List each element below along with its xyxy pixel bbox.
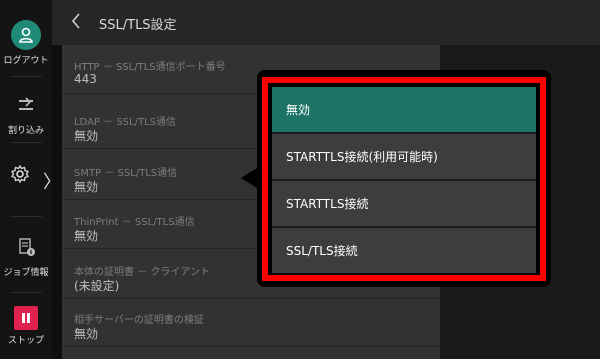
setting-server-cert-verify[interactable]: 相手サーバーの証明書の検証 無効 xyxy=(62,298,440,347)
setting-value: 無効 xyxy=(74,180,99,194)
setting-label: SMTP － SSL/TLS通信 xyxy=(74,168,178,179)
header-bar: SSL/TLS設定 xyxy=(52,0,600,45)
option-popup: 無効 STARTTLS接続(利用可能時) STARTTLS接続 SSL/TLS接… xyxy=(257,70,551,287)
job-info-label: ジョブ情報 xyxy=(3,268,49,278)
setting-label: LDAP － SSL/TLS通信 xyxy=(74,117,176,128)
pause-icon xyxy=(14,306,38,330)
gear-icon xyxy=(10,164,30,188)
divider xyxy=(10,76,42,77)
logout-label: ログアウト xyxy=(3,56,49,66)
interrupt-icon xyxy=(15,97,37,120)
option-ssl-tls[interactable]: SSL/TLS接続 xyxy=(272,228,536,273)
interrupt-button[interactable]: 割り込み xyxy=(0,94,52,136)
left-rail: ログアウト 割り込み 〉 ジョブ情報 ストップ xyxy=(0,0,61,359)
option-disabled[interactable]: 無効 xyxy=(272,87,536,132)
setting-label: ThinPrint － SSL/TLS通信 xyxy=(74,217,195,228)
highlight-frame: 無効 STARTTLS接続(利用可能時) STARTTLS接続 SSL/TLS接… xyxy=(262,77,546,281)
setting-value: 無効 xyxy=(74,129,99,143)
job-info-icon xyxy=(15,238,37,262)
option-starttls[interactable]: STARTTLS接続 xyxy=(272,181,536,226)
setting-label: 相手サーバーの証明書の検証 xyxy=(74,315,204,326)
interrupt-label: 割り込み xyxy=(7,126,44,136)
back-icon[interactable] xyxy=(70,12,82,34)
setting-label: 本体の証明書 － クライアント xyxy=(74,267,210,278)
user-icon xyxy=(11,20,41,50)
stop-label: ストップ xyxy=(7,336,44,346)
setting-value: 443 xyxy=(74,72,97,86)
chevron-right-icon: 〉 xyxy=(43,172,61,193)
stop-button[interactable]: ストップ xyxy=(0,306,52,346)
logout-button[interactable]: ログアウト xyxy=(0,20,52,66)
setting-value: 無効 xyxy=(74,229,99,243)
setting-label: HTTP － SSL/TLS通信ポート番号 xyxy=(74,62,226,73)
settings-button[interactable] xyxy=(0,164,40,188)
page-title: SSL/TLS設定 xyxy=(99,18,177,33)
divider xyxy=(10,142,42,143)
divider xyxy=(10,216,42,217)
option-starttls-if-available[interactable]: STARTTLS接続(利用可能時) xyxy=(272,134,536,179)
popup-pointer xyxy=(241,168,257,188)
setting-value: (未設定) xyxy=(74,279,120,293)
setting-value: 無効 xyxy=(74,327,99,341)
job-info-button[interactable]: ジョブ情報 xyxy=(0,236,52,278)
divider xyxy=(10,292,42,293)
